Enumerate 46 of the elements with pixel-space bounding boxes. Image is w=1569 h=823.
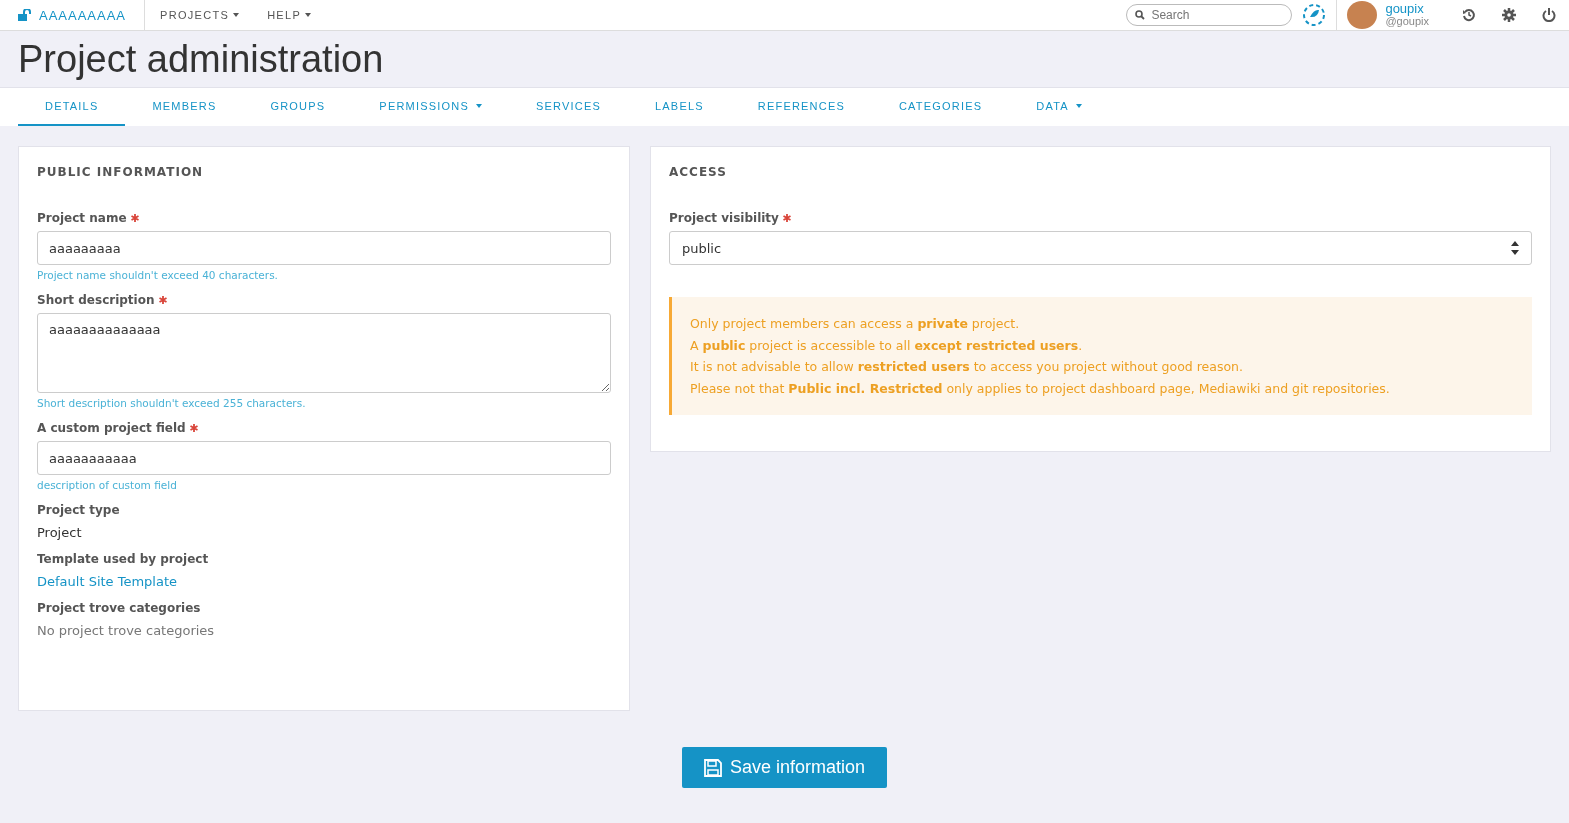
- search-field[interactable]: Search: [1126, 4, 1293, 26]
- panel-heading: ACCESS: [669, 165, 728, 179]
- help-text: Project name shouldn't exceed 40 characters.: [37, 269, 279, 281]
- history-icon[interactable]: [1462, 8, 1476, 22]
- field-label: Project trove categories: [37, 601, 201, 615]
- help-text: description of custom field: [37, 479, 178, 491]
- nav-menu[interactable]: HELP: [254, 9, 325, 21]
- input-field[interactable]: aaaaaaaaaaa: [37, 441, 611, 475]
- tab[interactable]: DETAILS: [18, 88, 126, 126]
- power-icon[interactable]: [1542, 8, 1556, 22]
- help-text: Short description shouldn't exceed 255 characters.: [37, 397, 307, 409]
- tab[interactable]: SERVICES: [508, 88, 628, 126]
- tab[interactable]: DATA: [1009, 88, 1109, 126]
- tab[interactable]: GROUPS: [243, 88, 353, 126]
- tab[interactable]: LABELS: [628, 88, 731, 126]
- panel-heading: PUBLIC INFORMATION: [37, 165, 205, 179]
- field-label: Template used by project: [37, 552, 209, 566]
- user-name[interactable]: goupix: [1385, 3, 1429, 15]
- unlocked-padlock-icon: [18, 9, 32, 21]
- page-title: Project administration: [17, 37, 385, 82]
- project-link[interactable]: AAAAAAAAA: [0, 0, 146, 30]
- notice-text: Please not that Public incl. Restricted only applies to project dashboard page, Mediawiki and git repositories.: [690, 379, 1391, 398]
- save-button[interactable]: Save information: [681, 747, 888, 788]
- tab[interactable]: PERMISSIONS: [352, 88, 509, 126]
- field-label: Short description: [37, 293, 155, 307]
- settings-icon[interactable]: [1502, 8, 1516, 22]
- field-value: Project: [37, 525, 83, 540]
- sort-arrows-icon: [1511, 241, 1519, 255]
- tab[interactable]: CATEGORIES: [871, 88, 1010, 126]
- field-value: No project trove categories: [37, 623, 216, 638]
- field-label: Project type: [37, 503, 120, 517]
- template-link[interactable]: Default Site Template: [37, 574, 611, 589]
- visibility-select[interactable]: public: [669, 231, 1532, 265]
- tab[interactable]: MEMBERS: [125, 88, 244, 126]
- field-label: A custom project field: [37, 421, 186, 435]
- user-handle: @goupix: [1385, 15, 1429, 27]
- field-label: Project visibility: [669, 211, 779, 225]
- field-label: Project name: [37, 211, 127, 225]
- avatar-image[interactable]: [1347, 1, 1378, 29]
- notice-text: It is not advisable to allow restricted users to access you project without good reason.: [690, 358, 1244, 376]
- nav-menu[interactable]: PROJECTS: [147, 9, 253, 21]
- notice-text: Only project members can access a private project.: [690, 315, 1021, 333]
- textarea-field[interactable]: aaaaaaaaaaaaaa: [37, 313, 611, 393]
- notice-text: A public project is accessible to all except restricted users.: [690, 336, 1084, 355]
- input-field[interactable]: aaaaaaaaa: [37, 231, 611, 265]
- tab[interactable]: REFERENCES: [730, 88, 872, 126]
